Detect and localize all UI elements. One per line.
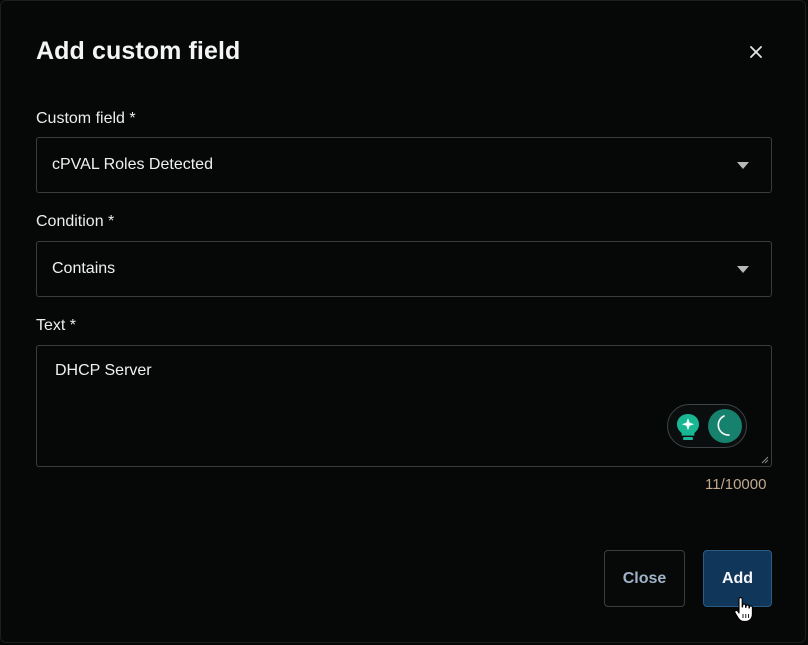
hand-cursor-icon [734, 597, 753, 622]
custom-field-select[interactable]: cPVAL Roles Detected [36, 137, 772, 193]
condition-label: Condition * [36, 213, 115, 230]
writing-assistant-widget[interactable] [667, 404, 747, 448]
resize-handle-icon[interactable] [761, 456, 769, 464]
character-counter: 11/10000 [705, 476, 767, 493]
condition-value: Contains [52, 260, 116, 277]
text-input[interactable]: DHCP Server [36, 345, 772, 467]
close-icon [750, 46, 762, 58]
close-dialog-button[interactable] [743, 39, 769, 65]
close-button[interactable]: Close [604, 550, 685, 607]
caret-down-icon [737, 266, 749, 273]
add-custom-field-dialog: Add custom field Custom field * cPVAL Ro… [0, 0, 806, 643]
assistant-action-button[interactable] [708, 409, 742, 443]
condition-select[interactable]: Contains [36, 241, 772, 297]
lightbulb-sparkle-icon [677, 414, 699, 440]
text-input-value: DHCP Server [55, 362, 152, 379]
loading-spinner-icon [717, 415, 730, 436]
custom-field-value: cPVAL Roles Detected [52, 156, 213, 173]
custom-field-label: Custom field * [36, 110, 136, 127]
text-label: Text * [36, 317, 77, 334]
dialog-title: Add custom field [36, 37, 241, 65]
caret-down-icon [737, 162, 749, 169]
